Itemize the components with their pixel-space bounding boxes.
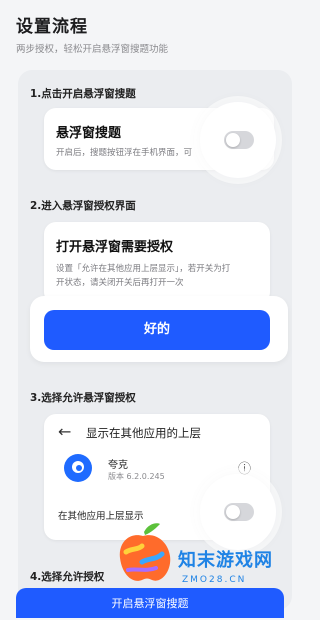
permission-dialog-desc-1: 设置「允许在其他应用上层显示」，若开关为打 xyxy=(56,264,231,274)
overlay-settings-title: 显示在其他应用的上层 xyxy=(86,426,201,440)
step-1-title: 1.点击开启悬浮窗搜题 xyxy=(30,88,136,100)
page-subtitle: 两步授权，轻松开启悬浮窗搜题功能 xyxy=(16,44,169,55)
ok-button[interactable]: 好的 xyxy=(44,310,270,350)
back-arrow-icon[interactable]: ← xyxy=(58,422,71,441)
step-2-card: 打开悬浮窗需要授权 设置「允许在其他应用上层显示」，若开关为打 开状态，请关闭开… xyxy=(44,222,270,304)
watermark-subtext: ZMO28.CN xyxy=(182,575,247,585)
app-version: 版本 6.2.0.245 xyxy=(108,472,165,481)
enable-floating-search-button[interactable]: 开启悬浮窗搜题 xyxy=(16,588,284,618)
permission-dialog-title: 打开悬浮窗需要授权 xyxy=(56,240,174,255)
overlay-setting-label: 在其他应用上层显示 xyxy=(58,511,144,522)
apple-logo-icon xyxy=(119,523,171,581)
toggle-knob xyxy=(226,133,240,147)
page-title: 设置流程 xyxy=(16,17,88,37)
floating-search-toggle[interactable] xyxy=(224,131,254,149)
step-3-title: 3.选择允许悬浮窗授权 xyxy=(30,392,136,404)
app-logo-icon xyxy=(64,454,92,482)
toggle-knob xyxy=(226,505,240,519)
floating-search-title: 悬浮窗搜题 xyxy=(56,126,122,141)
permission-dialog-desc-2: 开状态，请关闭开关后再打开一次 xyxy=(56,278,184,288)
step-2-title: 2.进入悬浮窗授权界面 xyxy=(30,200,136,212)
step-4-title: 4.选择允许授权 xyxy=(30,571,105,583)
watermark-text: 知末游戏网 xyxy=(178,550,273,571)
app-name: 夸克 xyxy=(108,460,128,471)
overlay-toggle[interactable] xyxy=(224,503,254,521)
